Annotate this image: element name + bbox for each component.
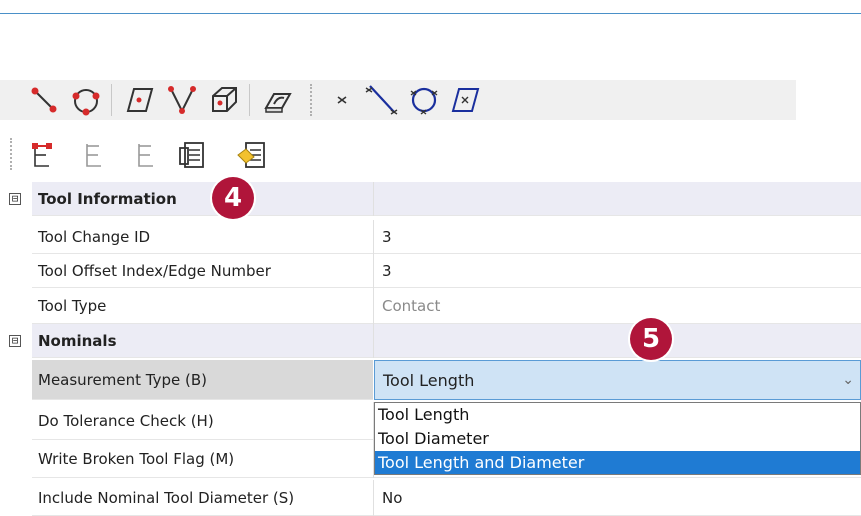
window-top-border xyxy=(0,13,861,14)
tool-tree-gray-icon[interactable] xyxy=(74,135,114,175)
circle-construct-icon[interactable] xyxy=(404,80,444,120)
category-value-cell xyxy=(374,182,861,216)
option-tool-length-and-diameter[interactable]: Tool Length and Diameter xyxy=(375,451,860,474)
category-tool-information[interactable]: ⊟ Tool Information xyxy=(0,182,861,216)
cone-icon[interactable] xyxy=(162,80,202,120)
property-name: Write Broken Tool Flag (M) xyxy=(32,440,373,478)
property-row-nominal-diameter[interactable]: Include Nominal Tool Diameter (S) No xyxy=(0,480,861,516)
chevron-down-icon[interactable]: ⌄ xyxy=(842,372,854,388)
property-name: Include Nominal Tool Diameter (S) xyxy=(32,480,373,516)
plane-construct-icon[interactable] xyxy=(446,80,486,120)
property-value[interactable]: 3 xyxy=(374,254,861,288)
property-value[interactable]: 3 xyxy=(374,220,861,254)
property-name: Measurement Type (B) xyxy=(32,360,373,400)
tool-toolbar xyxy=(0,132,861,178)
circle-points-icon[interactable] xyxy=(66,80,106,120)
combo-value: Tool Length xyxy=(383,370,475,390)
point-icon[interactable] xyxy=(322,80,362,120)
step-badge-5: 5 xyxy=(630,318,672,360)
property-name: Tool Type xyxy=(32,288,373,324)
tag-list-icon[interactable] xyxy=(232,135,272,175)
plane-icon[interactable] xyxy=(120,80,160,120)
option-tool-length[interactable]: Tool Length xyxy=(375,403,860,426)
property-value[interactable]: No xyxy=(374,480,861,516)
option-tool-diameter[interactable]: Tool Diameter xyxy=(375,427,860,450)
feature-toolbar xyxy=(0,80,796,120)
property-row-tool-change-id[interactable]: Tool Change ID 3 xyxy=(0,220,861,254)
step-badge-4: 4 xyxy=(212,177,254,219)
category-value-cell xyxy=(374,324,861,358)
category-label: Tool Information xyxy=(32,182,373,216)
measurement-type-combo[interactable]: Tool Length ⌄ xyxy=(374,360,861,400)
property-row-tool-offset-index[interactable]: Tool Offset Index/Edge Number 3 xyxy=(0,254,861,288)
property-name: Tool Offset Index/Edge Number xyxy=(32,254,373,288)
property-name: Do Tolerance Check (H) xyxy=(32,402,373,440)
property-row-tool-type[interactable]: Tool Type Contact xyxy=(0,288,861,324)
collapse-icon[interactable]: ⊟ xyxy=(9,193,21,205)
line-icon[interactable] xyxy=(24,80,64,120)
collapse-icon[interactable]: ⊟ xyxy=(9,335,21,347)
slot-icon[interactable] xyxy=(258,80,298,120)
measurement-type-dropdown: Tool Length Tool Diameter Tool Length an… xyxy=(374,402,861,475)
paste-icon[interactable] xyxy=(172,135,212,175)
cube-icon[interactable] xyxy=(204,80,244,120)
category-nominals[interactable]: ⊟ Nominals xyxy=(0,324,861,358)
tool-tree-red-icon[interactable] xyxy=(22,135,62,175)
category-label: Nominals xyxy=(32,324,373,358)
line-construct-icon[interactable] xyxy=(362,80,402,120)
property-value: Contact xyxy=(374,288,861,324)
property-row-measurement-type[interactable]: Measurement Type (B) Tool Length ⌄ xyxy=(0,360,861,400)
tool-tree-gray2-icon[interactable] xyxy=(126,135,166,175)
property-name: Tool Change ID xyxy=(32,220,373,254)
